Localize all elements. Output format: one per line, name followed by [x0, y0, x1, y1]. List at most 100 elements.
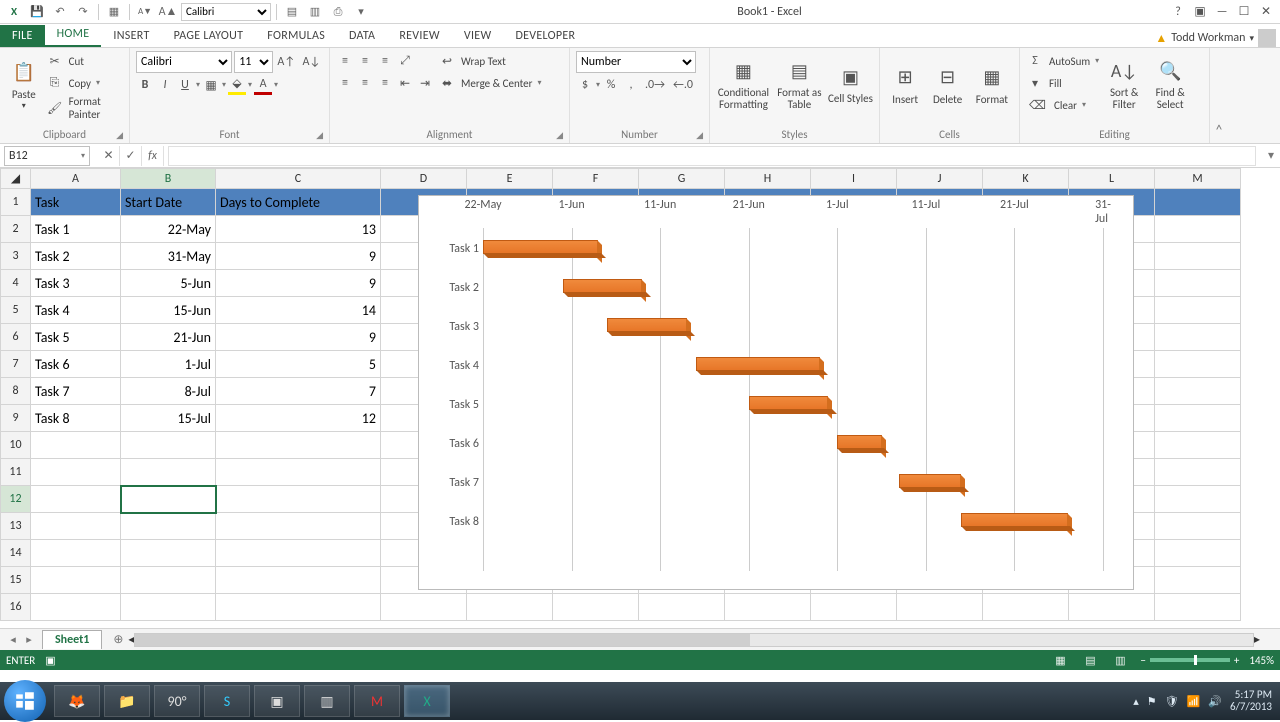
- qat-btn[interactable]: ▦: [104, 2, 124, 22]
- percent-icon[interactable]: %: [602, 75, 620, 95]
- collapse-ribbon-icon[interactable]: ^: [1210, 48, 1228, 143]
- col-header[interactable]: H: [725, 169, 811, 189]
- gantt-chart[interactable]: 22-May1-Jun11-Jun21-Jun1-Jul11-Jul21-Jul…: [418, 195, 1134, 590]
- avatar[interactable]: [1258, 29, 1276, 47]
- sheet-tab[interactable]: Sheet1: [42, 630, 102, 649]
- comma-icon[interactable]: ,: [622, 75, 640, 95]
- font-size-select[interactable]: 11: [234, 51, 273, 73]
- cell-styles-button[interactable]: ▣Cell Styles: [828, 51, 873, 117]
- tab-formulas[interactable]: FORMULAS: [255, 25, 337, 47]
- excel-taskbar-icon[interactable]: X: [404, 685, 450, 717]
- col-header[interactable]: M: [1155, 169, 1241, 189]
- file-explorer-icon[interactable]: 📁: [104, 685, 150, 717]
- name-box[interactable]: B12▾: [4, 146, 90, 166]
- firefox-icon[interactable]: 🦊: [54, 685, 100, 717]
- active-cell[interactable]: [121, 486, 216, 513]
- gantt-bar[interactable]: [563, 279, 643, 293]
- clear-button[interactable]: Clear: [1051, 99, 1080, 112]
- minimize-icon[interactable]: —: [1212, 3, 1232, 21]
- gantt-bar[interactable]: [483, 240, 598, 254]
- save-icon[interactable]: 💾: [27, 2, 47, 22]
- number-format-select[interactable]: Number: [576, 51, 696, 73]
- qat-btn[interactable]: ▥: [305, 2, 325, 22]
- format-cells-button[interactable]: ▦Format: [971, 51, 1013, 117]
- gantt-bar[interactable]: [607, 318, 687, 332]
- maximize-icon[interactable]: ☐: [1234, 3, 1254, 21]
- help-icon[interactable]: ?: [1168, 3, 1188, 21]
- copy-button[interactable]: Copy: [66, 77, 94, 90]
- weather-widget[interactable]: 90°: [154, 685, 200, 717]
- tray-icon[interactable]: ⚑: [1147, 695, 1157, 708]
- col-header[interactable]: I: [811, 169, 897, 189]
- sheet-nav-first-icon[interactable]: ◂: [6, 633, 20, 646]
- volume-icon[interactable]: 🔊: [1208, 695, 1222, 708]
- start-button[interactable]: [4, 680, 46, 722]
- col-header[interactable]: B: [121, 169, 216, 189]
- gantt-bar[interactable]: [899, 474, 961, 488]
- tab-file[interactable]: FILE: [0, 25, 45, 47]
- paste-button[interactable]: 📋Paste▾: [6, 51, 42, 117]
- col-header[interactable]: K: [983, 169, 1069, 189]
- clear-icon[interactable]: ⌫: [1026, 95, 1049, 115]
- align-bot-icon[interactable]: ≡: [376, 51, 394, 71]
- conditional-formatting-button[interactable]: ▦Conditional Formatting: [716, 51, 771, 117]
- zoom-level[interactable]: 145%: [1249, 654, 1274, 667]
- enter-icon[interactable]: ✓: [120, 146, 142, 166]
- fill-color-icon[interactable]: ⬙: [228, 75, 246, 95]
- cut-icon[interactable]: ✂: [46, 51, 64, 71]
- fx-icon[interactable]: fx: [142, 146, 164, 166]
- align-right-icon[interactable]: ≡: [376, 73, 394, 93]
- font-dec-icon[interactable]: A▼: [135, 2, 155, 22]
- wrap-text-button[interactable]: Wrap Text: [458, 55, 509, 68]
- app-icon[interactable]: ▥: [304, 685, 350, 717]
- indent-dec-icon[interactable]: ⇤: [396, 73, 414, 93]
- tab-page-layout[interactable]: PAGE LAYOUT: [162, 25, 256, 47]
- tab-developer[interactable]: DEVELOPER: [503, 25, 587, 47]
- col-header[interactable]: J: [897, 169, 983, 189]
- align-left-icon[interactable]: ≡: [336, 73, 354, 93]
- expand-formula-icon[interactable]: ▾: [1262, 148, 1280, 163]
- orientation-icon[interactable]: ⤢: [396, 51, 414, 71]
- zoom-slider[interactable]: −+: [1140, 654, 1239, 667]
- tray-icon[interactable]: 🛡: [1165, 695, 1179, 708]
- font-color-icon[interactable]: A: [254, 75, 272, 95]
- tray-expand-icon[interactable]: ▴: [1133, 695, 1139, 708]
- tab-home[interactable]: HOME: [45, 23, 102, 47]
- gantt-bar[interactable]: [696, 357, 820, 371]
- gantt-bar[interactable]: [749, 396, 829, 410]
- app-icon[interactable]: ▣: [254, 685, 300, 717]
- inc-decimal-icon[interactable]: .0→: [642, 75, 668, 95]
- currency-icon[interactable]: $: [576, 75, 594, 95]
- painter-icon[interactable]: 🖌: [46, 98, 64, 118]
- qat-font-select[interactable]: Calibri: [181, 3, 271, 21]
- grow-font-icon[interactable]: A↑: [275, 52, 298, 72]
- tab-review[interactable]: REVIEW: [387, 25, 452, 47]
- merge-center-button[interactable]: Merge & Center: [458, 77, 536, 90]
- ribbon-options-icon[interactable]: ▣: [1190, 3, 1210, 21]
- network-icon[interactable]: 📶: [1187, 695, 1201, 708]
- border-icon[interactable]: ▦: [202, 75, 220, 95]
- delete-cells-button[interactable]: ⊟Delete: [928, 51, 966, 117]
- align-mid-icon[interactable]: ≡: [356, 51, 374, 71]
- merge-icon[interactable]: ⬌: [438, 73, 456, 93]
- indent-inc-icon[interactable]: ⇥: [416, 73, 434, 93]
- close-icon[interactable]: ✕: [1256, 3, 1276, 21]
- normal-view-icon[interactable]: ▦: [1050, 654, 1070, 667]
- underline-button[interactable]: U: [176, 75, 194, 95]
- format-as-table-button[interactable]: ▤Format as Table: [775, 51, 824, 117]
- gantt-bar[interactable]: [961, 513, 1067, 527]
- col-header[interactable]: C: [216, 169, 381, 189]
- tab-insert[interactable]: INSERT: [101, 25, 161, 47]
- font-inc-icon[interactable]: A▲: [158, 2, 178, 22]
- col-header[interactable]: D: [381, 169, 467, 189]
- page-break-view-icon[interactable]: ▥: [1110, 654, 1130, 667]
- autosum-button[interactable]: AutoSum: [1046, 55, 1093, 68]
- qat-btn[interactable]: ⎙: [328, 2, 348, 22]
- user-name[interactable]: Todd Workman: [1171, 31, 1245, 45]
- qat-btn[interactable]: ▾: [351, 2, 371, 22]
- tab-data[interactable]: DATA: [337, 25, 387, 47]
- qat-btn[interactable]: ▤: [282, 2, 302, 22]
- align-center-icon[interactable]: ≡: [356, 73, 374, 93]
- cancel-icon[interactable]: ✕: [98, 146, 120, 166]
- autosum-icon[interactable]: Σ: [1026, 51, 1044, 71]
